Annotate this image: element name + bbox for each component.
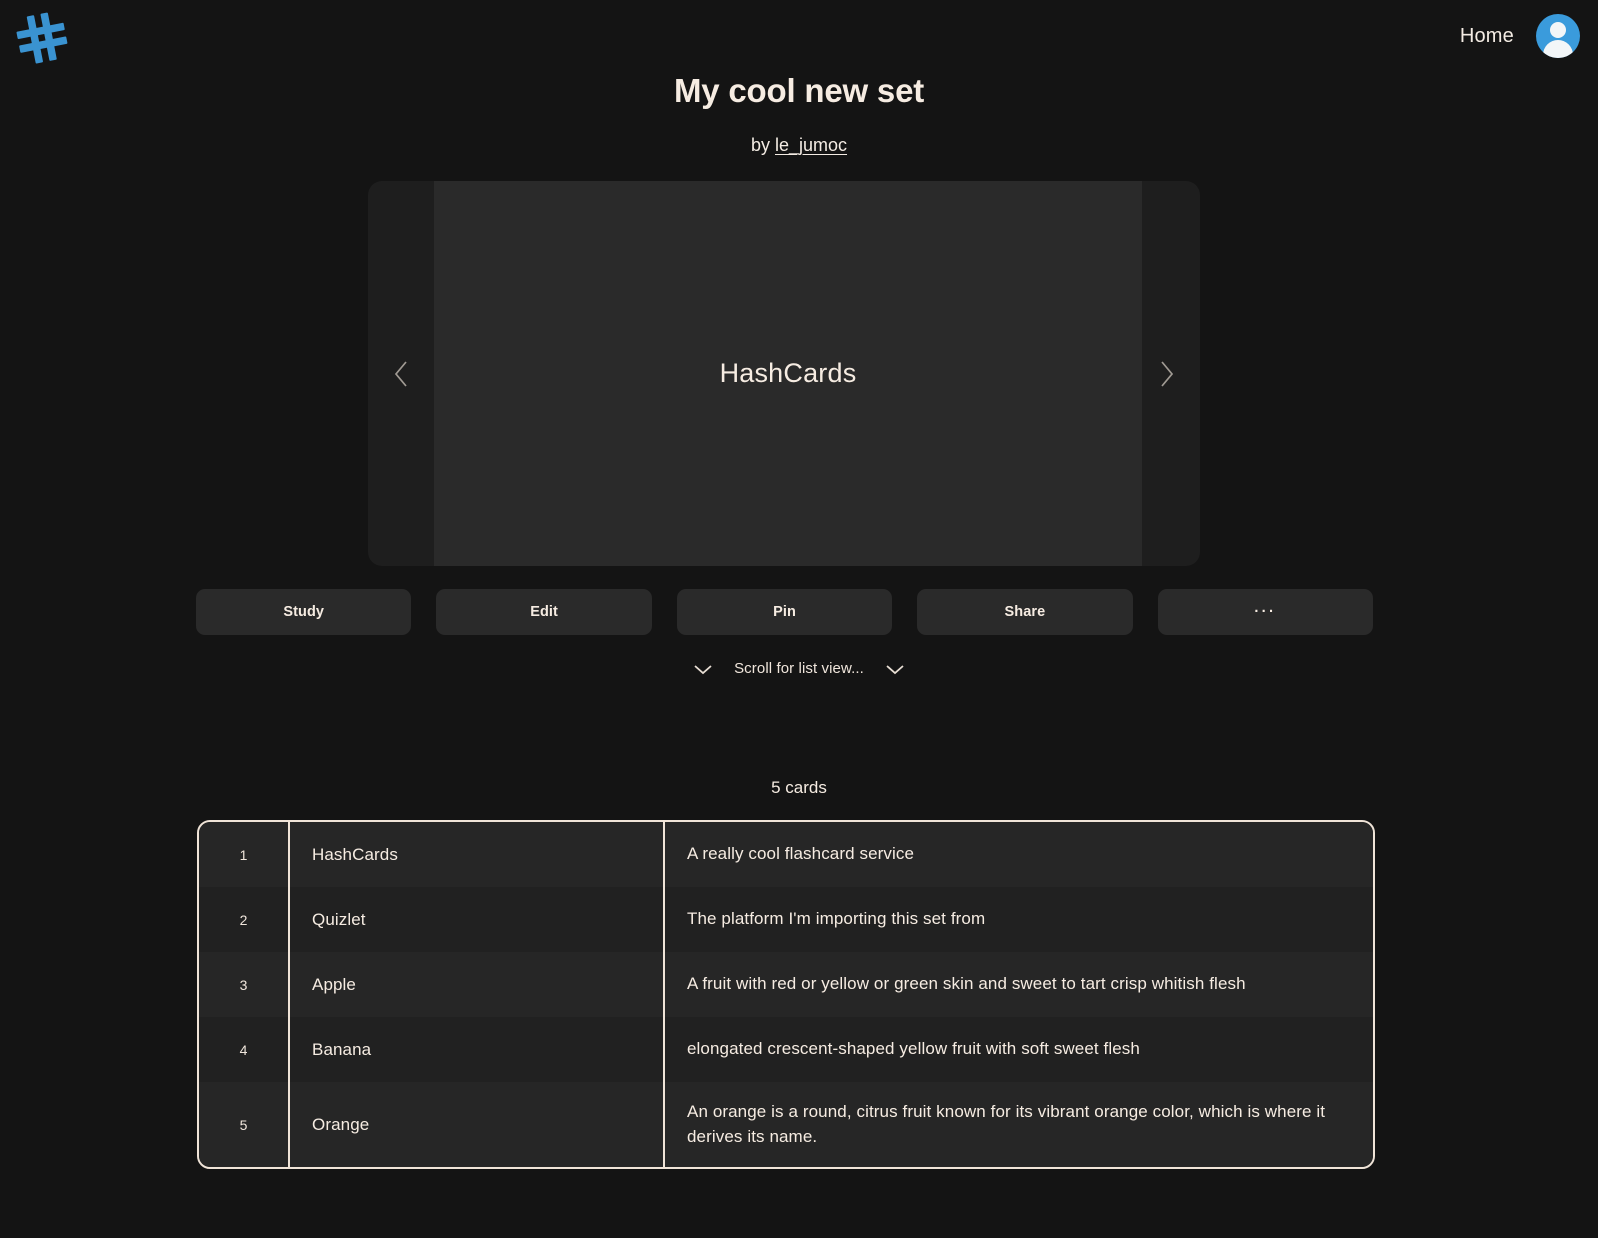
row-term: HashCards: [290, 822, 665, 887]
byline: by le_jumoc: [0, 135, 1598, 156]
table-row[interactable]: 5 Orange An orange is a round, citrus fr…: [199, 1082, 1373, 1167]
top-bar: Home: [0, 0, 1598, 76]
row-index: 4: [199, 1017, 290, 1082]
chevron-right-icon: [1161, 360, 1174, 387]
share-button[interactable]: Share: [917, 589, 1133, 635]
row-term: Quizlet: [290, 887, 665, 952]
byline-prefix: by: [750, 135, 775, 155]
table-row[interactable]: 4 Banana elongated crescent-shaped yello…: [199, 1017, 1373, 1082]
page-title: My cool new set: [673, 72, 925, 109]
table-row[interactable]: 1 HashCards A really cool flashcard serv…: [199, 822, 1373, 887]
edit-button[interactable]: Edit: [436, 589, 652, 635]
chevron-left-icon: [394, 360, 407, 387]
row-definition: The platform I'm importing this set from: [687, 909, 986, 929]
chevron-down-icon: [694, 664, 712, 674]
table-row[interactable]: 3 Apple A fruit with red or yellow or gr…: [199, 952, 1373, 1017]
row-definition: elongated crescent-shaped yellow fruit w…: [687, 1039, 1140, 1059]
author-link[interactable]: le_jumoc: [775, 135, 847, 155]
row-definition: An orange is a round, citrus fruit known…: [687, 1101, 1326, 1146]
row-index: 3: [199, 952, 290, 1017]
carousel-prev-button[interactable]: [368, 181, 434, 566]
row-index: 2: [199, 887, 290, 952]
avatar[interactable]: [1536, 14, 1580, 58]
study-button[interactable]: Study: [196, 589, 412, 635]
cards-table: 1 HashCards A really cool flashcard serv…: [197, 820, 1375, 1169]
carousel-next-button[interactable]: [1134, 181, 1200, 566]
more-options-button[interactable]: ···: [1157, 589, 1374, 635]
action-button-row: Study Edit Pin Share ···: [196, 589, 1374, 635]
row-term: Apple: [290, 952, 665, 1017]
row-definition: A really cool flashcard service: [687, 844, 915, 864]
hashtag-logo-icon[interactable]: [12, 8, 72, 68]
table-row[interactable]: 2 Quizlet The platform I'm importing thi…: [199, 887, 1373, 952]
row-index: 1: [199, 822, 290, 887]
flashcard-text: HashCards: [719, 358, 857, 388]
row-index: 5: [199, 1082, 290, 1167]
avatar-head-shape: [1550, 22, 1566, 38]
avatar-body-shape: [1543, 40, 1573, 58]
top-bar-right: Home: [1460, 14, 1580, 58]
card-count-label: 5 cards: [771, 778, 827, 797]
row-term: Banana: [290, 1017, 665, 1082]
home-link[interactable]: Home: [1460, 25, 1514, 48]
scroll-hint-label: Scroll for list view...: [734, 660, 864, 677]
chevron-down-icon: [886, 664, 904, 674]
scroll-for-list-view-hint[interactable]: Scroll for list view...: [0, 660, 1598, 677]
row-definition: A fruit with red or yellow or green skin…: [687, 974, 1246, 994]
flashcard-carousel: HashCards: [368, 181, 1200, 566]
flashcard-face[interactable]: HashCards: [434, 181, 1142, 566]
row-term: Orange: [290, 1082, 665, 1167]
pin-button[interactable]: Pin: [676, 589, 893, 635]
